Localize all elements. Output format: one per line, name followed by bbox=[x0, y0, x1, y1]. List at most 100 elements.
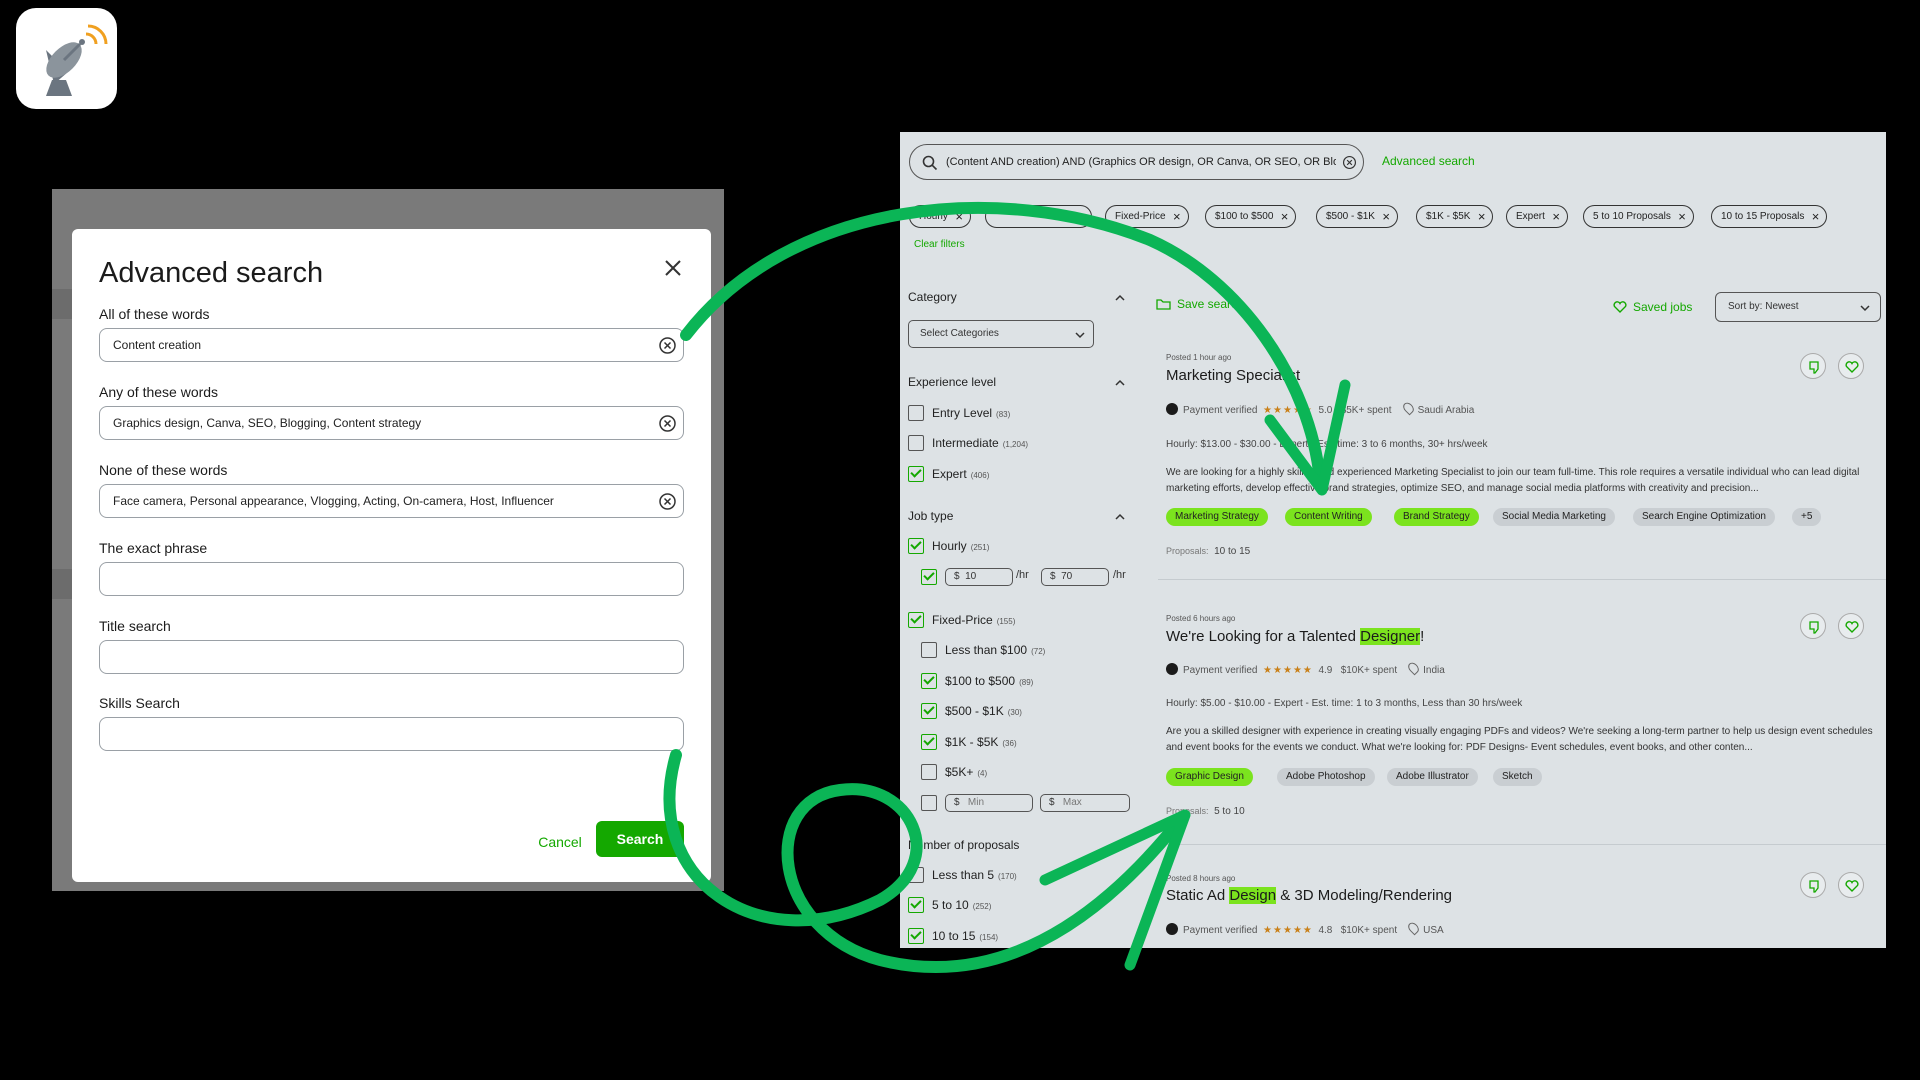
search-query: (Content AND creation) AND (Graphics OR … bbox=[946, 156, 1336, 168]
clear-circle-icon[interactable] bbox=[658, 492, 677, 511]
checkbox-expert[interactable] bbox=[908, 466, 924, 482]
close-icon[interactable]: × bbox=[1812, 206, 1820, 227]
close-icon[interactable]: × bbox=[1678, 206, 1686, 227]
close-icon[interactable]: × bbox=[1173, 206, 1181, 227]
checkbox-100-to-500[interactable] bbox=[921, 673, 937, 689]
hourly-max-value: 70 bbox=[1061, 571, 1073, 582]
rating-stars: ★★★★★ bbox=[1263, 405, 1313, 416]
search-bar[interactable]: (Content AND creation) AND (Graphics OR … bbox=[909, 144, 1364, 180]
filter-chip[interactable]: $100 to $500 × bbox=[1205, 205, 1297, 228]
chevron-down-icon bbox=[1075, 332, 1085, 339]
checkbox-custom-fixed[interactable] bbox=[921, 795, 937, 811]
fixed-max-input[interactable]: $ Max bbox=[1040, 794, 1130, 812]
category-select[interactable]: Select Categories bbox=[908, 320, 1094, 348]
sort-select[interactable]: Sort by: Newest bbox=[1715, 292, 1881, 322]
filter-chip[interactable]: $1K - $5K × bbox=[1416, 205, 1494, 228]
hourly-max-input[interactable]: $ 70 bbox=[1041, 568, 1109, 586]
checkbox-hourly[interactable] bbox=[908, 538, 924, 554]
job-type-heading: Job type bbox=[908, 509, 954, 523]
job-title-link[interactable]: Marketing Specialist bbox=[1166, 367, 1300, 384]
fixed-min-input[interactable]: $ Min bbox=[945, 794, 1033, 812]
filter-chip[interactable]: Hourly × bbox=[909, 205, 971, 228]
checkbox-5k-plus[interactable] bbox=[921, 764, 937, 780]
close-icon[interactable]: × bbox=[1382, 206, 1390, 227]
option-count: (406) bbox=[970, 471, 990, 480]
filter-chip[interactable]: Expert × bbox=[1506, 205, 1568, 228]
option-count: (4) bbox=[977, 769, 988, 778]
close-icon[interactable]: × bbox=[1281, 206, 1289, 227]
chevron-up-icon[interactable] bbox=[1115, 378, 1125, 388]
skill-tag[interactable]: Adobe Photoshop bbox=[1277, 768, 1375, 786]
thumbs-down-icon bbox=[1809, 621, 1819, 634]
exact-phrase-input[interactable] bbox=[99, 562, 684, 596]
close-icon[interactable]: × bbox=[1076, 206, 1084, 227]
any-words-input[interactable]: Graphics design, Canva, SEO, Blogging, C… bbox=[99, 406, 684, 440]
dislike-button[interactable] bbox=[1800, 353, 1826, 379]
skill-tag[interactable]: Marketing Strategy bbox=[1166, 508, 1268, 526]
chevron-up-icon[interactable] bbox=[1115, 293, 1125, 303]
title-text: & 3D Modeling/Rendering bbox=[1276, 887, 1453, 904]
close-icon[interactable]: × bbox=[955, 206, 963, 227]
clear-filters-link[interactable]: Clear filters bbox=[914, 239, 965, 250]
job-terms: Hourly: $13.00 - $30.00 - Expert - Est. … bbox=[1166, 439, 1488, 450]
skill-tag[interactable]: Content Writing bbox=[1285, 508, 1372, 526]
save-job-button[interactable] bbox=[1838, 872, 1864, 898]
clear-circle-icon[interactable] bbox=[1342, 155, 1357, 170]
close-icon[interactable]: × bbox=[1552, 206, 1560, 227]
modal-title: Advanced search bbox=[99, 257, 324, 289]
option-label: Fixed-Price bbox=[932, 613, 993, 627]
checkbox-5-to-10[interactable] bbox=[908, 897, 924, 913]
dislike-button[interactable] bbox=[1800, 613, 1826, 639]
skill-tag[interactable]: Graphic Design bbox=[1166, 768, 1253, 786]
title-search-input[interactable] bbox=[99, 640, 684, 674]
skill-tag[interactable]: Brand Strategy bbox=[1394, 508, 1479, 526]
option-label: $5K+ bbox=[945, 765, 974, 779]
checkbox-500-to-1k[interactable] bbox=[921, 703, 937, 719]
filter-chip[interactable]: Fixed-Price × bbox=[1105, 205, 1189, 228]
chevron-up-icon[interactable] bbox=[1115, 512, 1125, 522]
skill-tag[interactable]: Social Media Marketing bbox=[1493, 508, 1615, 526]
filter-chip[interactable]: 10 to 15 Proposals × bbox=[1711, 205, 1828, 228]
cancel-button[interactable]: Cancel bbox=[530, 830, 590, 854]
save-search-link[interactable]: Save search bbox=[1156, 297, 1244, 311]
more-skills-tag[interactable]: +5 bbox=[1792, 508, 1822, 526]
fixed-range-label: $5K+ (4) bbox=[945, 765, 987, 779]
filter-chip[interactable]: × bbox=[985, 205, 1092, 228]
filter-chip[interactable]: $500 - $1K × bbox=[1316, 205, 1398, 228]
hourly-min-input[interactable]: $ 10 bbox=[945, 568, 1013, 586]
save-job-button[interactable] bbox=[1838, 613, 1864, 639]
none-words-input[interactable]: Face camera, Personal appearance, Vloggi… bbox=[99, 484, 684, 518]
proposals-option-label: 5 to 10 (252) bbox=[932, 898, 991, 912]
checkbox-intermediate[interactable] bbox=[908, 435, 924, 451]
checkbox-10-to-15[interactable] bbox=[908, 928, 924, 944]
advanced-search-link[interactable]: Advanced search bbox=[1382, 154, 1475, 168]
filter-chip[interactable]: 5 to 10 Proposals × bbox=[1583, 205, 1694, 228]
saved-jobs-link[interactable]: Saved jobs bbox=[1613, 300, 1692, 314]
dislike-button[interactable] bbox=[1800, 872, 1826, 898]
clear-circle-icon[interactable] bbox=[658, 336, 677, 355]
search-button[interactable]: Search bbox=[596, 821, 684, 857]
chevron-down-icon bbox=[1860, 305, 1870, 312]
checkbox-less-than-100[interactable] bbox=[921, 642, 937, 658]
checkbox-fixed-price[interactable] bbox=[908, 612, 924, 628]
ghost-block bbox=[52, 289, 72, 319]
any-words-value: Graphics design, Canva, SEO, Blogging, C… bbox=[113, 416, 422, 430]
skill-tag[interactable]: Sketch bbox=[1493, 768, 1542, 786]
skill-tag[interactable]: Search Engine Optimization bbox=[1633, 508, 1775, 526]
checkbox-entry-level[interactable] bbox=[908, 405, 924, 421]
job-title-link[interactable]: We're Looking for a Talented Designer! bbox=[1166, 628, 1424, 645]
job-title-link[interactable]: Static Ad Design & 3D Modeling/Rendering bbox=[1166, 887, 1452, 904]
clear-circle-icon[interactable] bbox=[658, 414, 677, 433]
payment-verified: Payment verified bbox=[1183, 405, 1258, 416]
checkbox-hourly-range[interactable] bbox=[921, 569, 937, 585]
all-words-input[interactable]: Content creation bbox=[99, 328, 684, 362]
save-job-button[interactable] bbox=[1838, 353, 1864, 379]
client-location: USA bbox=[1423, 925, 1444, 936]
close-icon[interactable]: × bbox=[1478, 206, 1486, 227]
checkbox-less-than-5[interactable] bbox=[908, 867, 924, 883]
skills-search-input[interactable] bbox=[99, 717, 684, 751]
close-icon[interactable] bbox=[662, 257, 684, 279]
hourly-min-value: 10 bbox=[965, 571, 977, 582]
skill-tag[interactable]: Adobe Illustrator bbox=[1387, 768, 1478, 786]
checkbox-1k-to-5k[interactable] bbox=[921, 734, 937, 750]
